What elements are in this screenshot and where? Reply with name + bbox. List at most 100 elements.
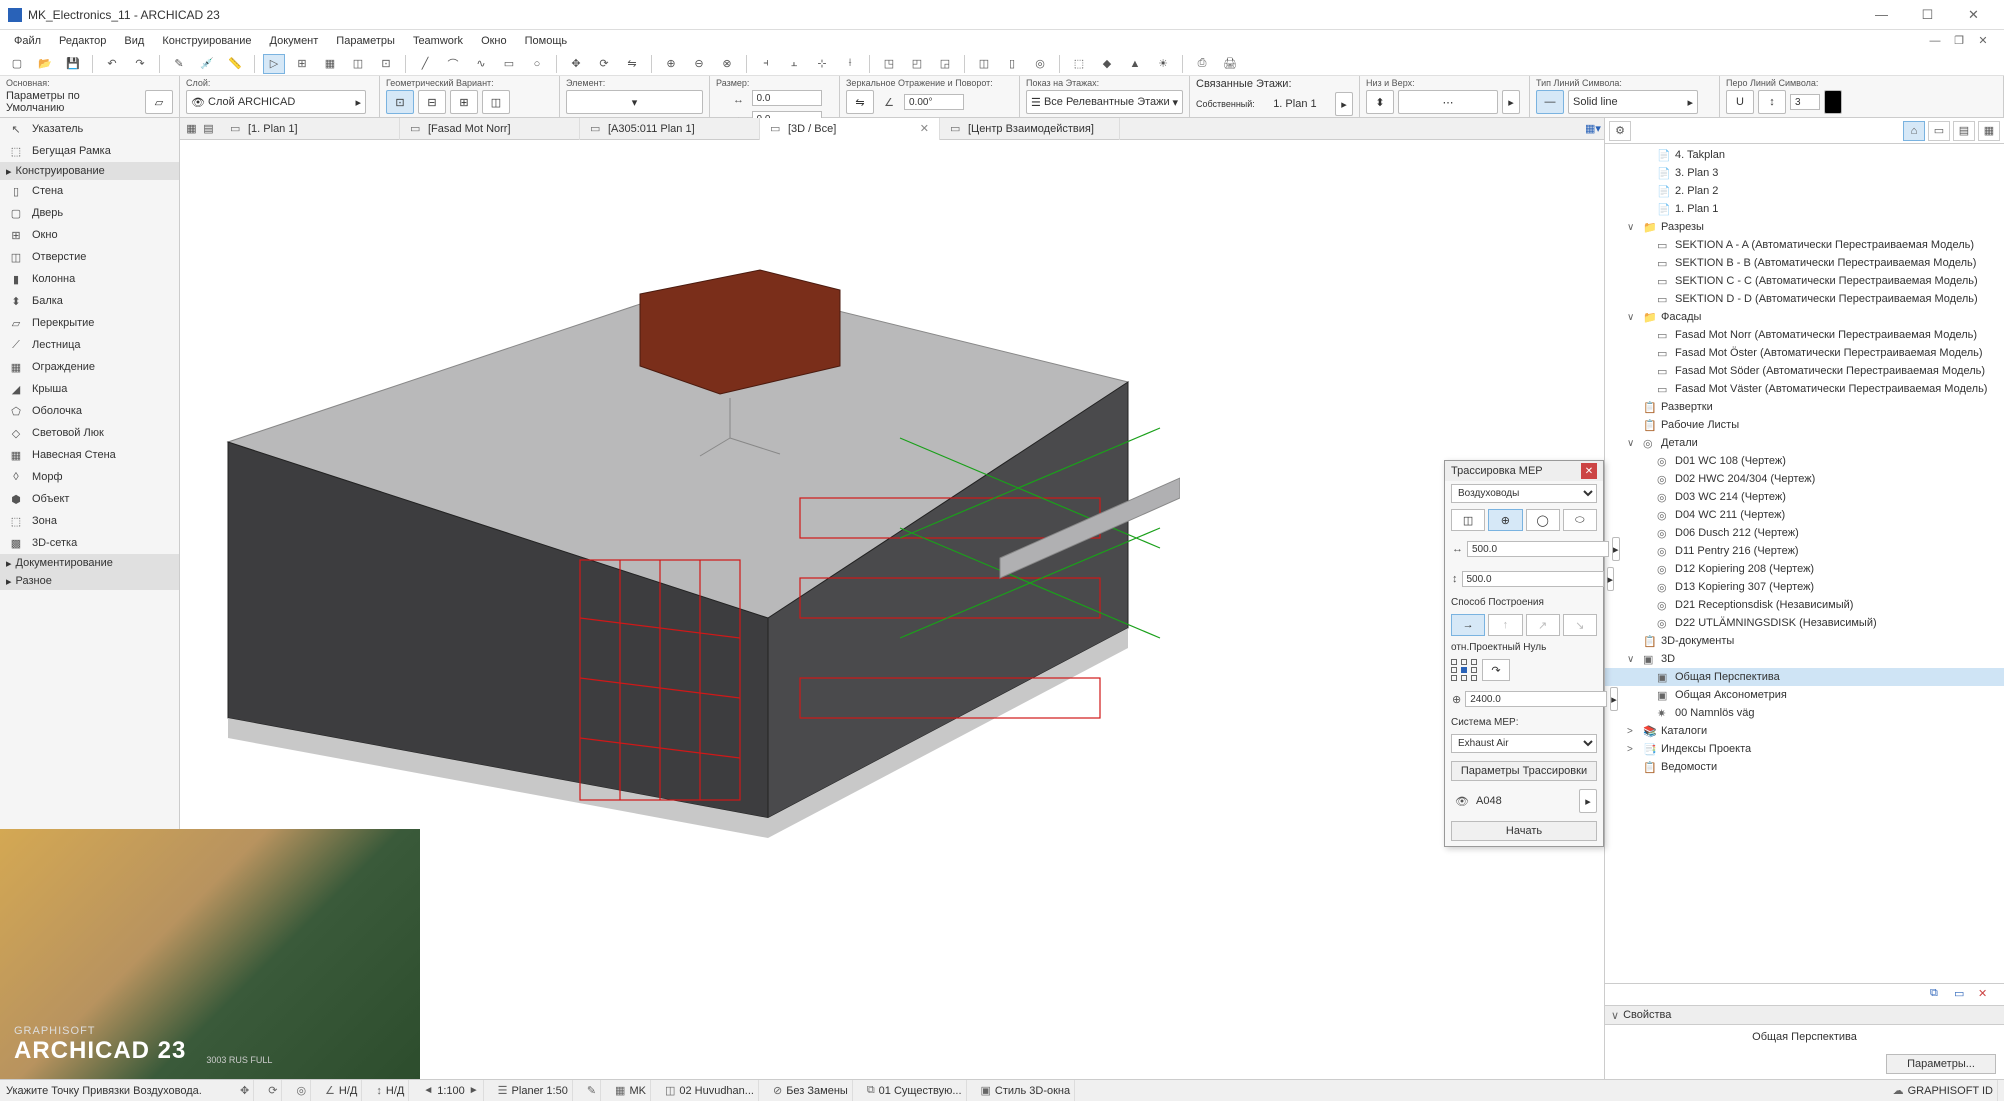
element-dropdown[interactable]: ▾: [566, 90, 703, 114]
tool-Ограждение[interactable]: ▦Ограждение: [0, 356, 179, 378]
mep-type-select[interactable]: Воздуховоды: [1451, 484, 1597, 503]
tool-Перекрытие[interactable]: ▱Перекрытие: [0, 312, 179, 334]
mep-z[interactable]: [1465, 691, 1607, 707]
minimize-button[interactable]: —: [1859, 0, 1904, 29]
sb-layer-icon[interactable]: ☰: [498, 1084, 508, 1097]
mep-routing-panel[interactable]: Трассировка MEP✕ Воздуховоды ◫ ⊕ ◯ ⬭ ↔▸ …: [1444, 460, 1604, 847]
nav-item[interactable]: ◎D11 Pentry 216 (Чертеж): [1605, 542, 2004, 560]
tool-Световой Люк[interactable]: ◇Световой Люк: [0, 422, 179, 444]
tool-Балка[interactable]: ⬍Балка: [0, 290, 179, 312]
view-tab[interactable]: ▭[Центр Взаимодействия]: [940, 118, 1120, 140]
mep-eye-icon[interactable]: 👁: [1451, 791, 1473, 811]
plot-icon[interactable]: 🖨: [1219, 54, 1241, 74]
mep-dir-up[interactable]: ↑: [1488, 614, 1522, 636]
solid-add-icon[interactable]: ⊕: [660, 54, 682, 74]
mep-code-more[interactable]: ▸: [1579, 789, 1597, 813]
mep-z-more[interactable]: ▸: [1610, 687, 1618, 711]
nav-project-icon[interactable]: ⌂: [1903, 121, 1925, 141]
toolbox-section-doc[interactable]: ▸Документирование: [0, 554, 179, 572]
tool-Колонна[interactable]: ▮Колонна: [0, 268, 179, 290]
nav-item[interactable]: >📚Каталоги: [1605, 722, 2004, 740]
undo-icon[interactable]: ↶: [101, 54, 123, 74]
story-combo[interactable]: ☰ Все Релевантные Этажи ▾: [1026, 90, 1183, 114]
tabs-icon1[interactable]: ▦: [184, 119, 199, 139]
nav-item[interactable]: ◎D04 WC 211 (Чертеж): [1605, 506, 2004, 524]
pen-icon1[interactable]: U: [1726, 90, 1754, 114]
viewpersp-icon[interactable]: ▲: [1124, 54, 1146, 74]
mep-dir-dr[interactable]: ↘: [1563, 614, 1597, 636]
rotate-icon[interactable]: ⟳: [593, 54, 615, 74]
width-input[interactable]: [752, 90, 822, 106]
nav-item[interactable]: ▭Fasad Mot Öster (Автоматически Перестра…: [1605, 344, 2004, 362]
nav-item[interactable]: ◎D06 Dusch 212 (Чертеж): [1605, 524, 2004, 542]
view-tab[interactable]: ▭[1. Plan 1]: [220, 118, 400, 140]
edge-icon[interactable]: ⟊: [839, 54, 861, 74]
sb-icon2[interactable]: ⟳: [268, 1084, 277, 1097]
nav-item[interactable]: ▣Общая Аксонометрия: [1605, 686, 2004, 704]
ltype-icon[interactable]: —: [1536, 90, 1564, 114]
tool-marquee[interactable]: ⬚Бегущая Рамка: [0, 140, 179, 162]
nav-item[interactable]: 📋Развертки: [1605, 398, 2004, 416]
3d-sect-icon[interactable]: ◲: [934, 54, 956, 74]
sb-style-icon[interactable]: ▣: [981, 1084, 991, 1097]
menu-editor[interactable]: Редактор: [51, 33, 114, 49]
viewaxo-icon[interactable]: ◆: [1096, 54, 1118, 74]
tool-Крыша[interactable]: ◢Крыша: [0, 378, 179, 400]
nav-item[interactable]: 📋Ведомости: [1605, 758, 2004, 776]
sb-icon1[interactable]: ✥: [240, 1084, 249, 1097]
sb-pen-icon[interactable]: ✎: [587, 1084, 596, 1097]
menu-help[interactable]: Помощь: [517, 33, 576, 49]
save-icon[interactable]: 💾: [62, 54, 84, 74]
menu-teamwork[interactable]: Teamwork: [405, 33, 471, 49]
elev-icon[interactable]: ▯: [1001, 54, 1023, 74]
view-tab[interactable]: ▭[A305:011 Plan 1]: [580, 118, 760, 140]
nav-item[interactable]: ∨📁Фасады: [1605, 308, 2004, 326]
pen-icon2[interactable]: ↕: [1758, 90, 1786, 114]
sb-scale[interactable]: ◄ 1:100 ►: [419, 1080, 483, 1101]
3d-plane-icon[interactable]: ◰: [906, 54, 928, 74]
nav-item[interactable]: 📋Рабочие Листы: [1605, 416, 2004, 434]
properties-header[interactable]: ∨Свойства: [1605, 1005, 2004, 1025]
distribute-icon[interactable]: ⫠: [783, 54, 805, 74]
pick-icon[interactable]: ✎: [168, 54, 190, 74]
nav-item[interactable]: ∨📁Разрезы: [1605, 218, 2004, 236]
nav-item[interactable]: ▭Fasad Mot Söder (Автоматически Перестра…: [1605, 362, 2004, 380]
nav-publisher-icon[interactable]: ▦: [1978, 121, 2000, 141]
nav-item[interactable]: ▭SEKTION B - B (Автоматически Перестраив…: [1605, 254, 2004, 272]
sb-icon3[interactable]: ◎: [296, 1084, 306, 1097]
tool-Морф[interactable]: ◊Морф: [0, 466, 179, 488]
nav-item[interactable]: ◎D03 WC 214 (Чертеж): [1605, 488, 2004, 506]
nav-item[interactable]: ▭SEKTION D - D (Автоматически Перестраив…: [1605, 290, 2004, 308]
element-icon[interactable]: ▱: [145, 90, 173, 114]
nav-item[interactable]: ◎D02 HWC 204/304 (Чертеж): [1605, 470, 2004, 488]
nav-item[interactable]: ▭SEKTION C - C (Автоматически Перестраив…: [1605, 272, 2004, 290]
menu-file[interactable]: Файл: [6, 33, 49, 49]
geom-opt1[interactable]: ⊡: [386, 90, 414, 114]
tool-Зона[interactable]: ⬚Зона: [0, 510, 179, 532]
rect-icon[interactable]: ▭: [498, 54, 520, 74]
sb-repl-icon[interactable]: ⊘: [773, 1084, 782, 1097]
tb-icon[interactable]: ⬍: [1366, 90, 1394, 114]
snap-icon[interactable]: ⊞: [291, 54, 313, 74]
3d-cube-icon[interactable]: ◳: [878, 54, 900, 74]
mep-shape1[interactable]: ◫: [1451, 509, 1485, 531]
nav-item[interactable]: ▭Fasad Mot Norr (Автоматически Перестраи…: [1605, 326, 2004, 344]
tb-val[interactable]: ⋯: [1398, 90, 1498, 114]
nav-item[interactable]: ◎D22 UTLÄMNINGSDISK (Независимый): [1605, 614, 2004, 632]
mep-system-select[interactable]: Exhaust Air: [1451, 734, 1597, 753]
tool-Отверстие[interactable]: ◫Отверстие: [0, 246, 179, 268]
circle-icon[interactable]: ○: [526, 54, 548, 74]
navigator-tree[interactable]: 📄4. Takplan📄3. Plan 3📄2. Plan 2📄1. Plan …: [1605, 144, 2004, 983]
nav-item[interactable]: ✷00 Namnlös väg: [1605, 704, 2004, 722]
linked-btn[interactable]: ▸: [1335, 92, 1353, 116]
nav-layout-icon[interactable]: ▤: [1953, 121, 1975, 141]
geom-opt2[interactable]: ⊟: [418, 90, 446, 114]
nav-item[interactable]: ∨▣3D: [1605, 650, 2004, 668]
trace-icon[interactable]: ⊡: [375, 54, 397, 74]
nav-item[interactable]: 📄4. Takplan: [1605, 146, 2004, 164]
line-icon[interactable]: ╱: [414, 54, 436, 74]
nav-foot-icon2[interactable]: ▭: [1954, 987, 1972, 1003]
menu-document[interactable]: Документ: [262, 33, 327, 49]
mep-w-more[interactable]: ▸: [1612, 537, 1620, 561]
nav-view-icon[interactable]: ▭: [1928, 121, 1950, 141]
